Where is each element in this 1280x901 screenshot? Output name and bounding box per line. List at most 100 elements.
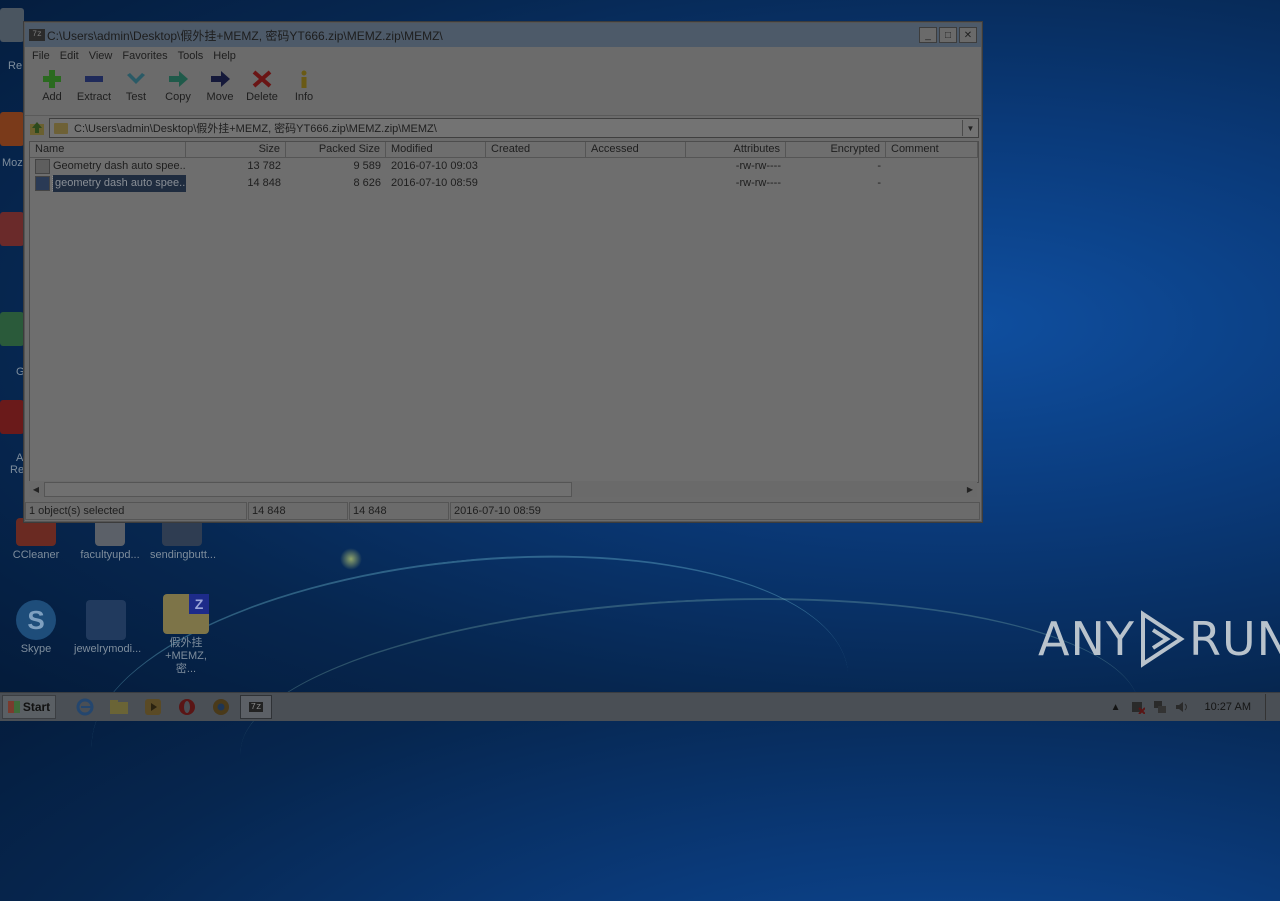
file-name: Geometry dash auto spee... — [53, 160, 186, 172]
title-bar[interactable]: 7z C:\Users\admin\Desktop\假外挂+MEMZ, 密码YT… — [25, 23, 981, 47]
delete-button[interactable]: Delete — [241, 65, 283, 103]
maximize-button[interactable]: □ — [939, 27, 957, 43]
anyrun-watermark: ANY RUN — [1038, 606, 1280, 672]
horizontal-scrollbar[interactable]: ◀ ▶ — [29, 481, 977, 497]
watermark-text-left: ANY — [1038, 612, 1135, 666]
menu-tools[interactable]: Tools — [173, 50, 209, 62]
taskbar-7zip[interactable]: 7z — [240, 695, 272, 719]
desktop-icon-ccleaner[interactable]: CCleaner — [4, 518, 68, 562]
close-button[interactable]: ✕ — [959, 27, 977, 43]
file-packed-size: 9 589 — [353, 160, 381, 172]
add-button[interactable]: Add — [31, 65, 73, 103]
file-modified: 2016-07-10 08:59 — [391, 177, 478, 189]
document-icon — [162, 518, 202, 546]
clock[interactable]: 10:27 AM — [1205, 701, 1251, 713]
folder-icon — [110, 700, 128, 714]
info-label: Info — [294, 91, 314, 103]
column-packed-size[interactable]: Packed Size — [286, 142, 386, 157]
delete-x-icon — [252, 70, 272, 88]
desktop-icon-sendingbutt[interactable]: sendingbutt... — [150, 518, 217, 562]
extract-button[interactable]: Extract — [73, 65, 115, 103]
desktop-icon-acrobat[interactable] — [0, 400, 24, 434]
file-comment — [886, 175, 978, 192]
7zip-window: 7z C:\Users\admin\Desktop\假外挂+MEMZ, 密码YT… — [24, 22, 982, 522]
copy-label: Copy — [165, 91, 191, 103]
file-name-cell: geometry dash auto spee... — [30, 175, 186, 192]
scroll-left-icon[interactable]: ◀ — [29, 482, 43, 496]
scroll-right-icon[interactable]: ▶ — [963, 482, 977, 496]
menu-favorites[interactable]: Favorites — [117, 50, 172, 62]
7zip-app-icon: 7z — [29, 29, 45, 41]
column-encrypted[interactable]: Encrypted — [786, 142, 886, 157]
taskbar-media-player[interactable] — [138, 696, 168, 718]
info-icon — [301, 70, 307, 88]
show-desktop-button[interactable] — [1265, 694, 1280, 720]
menu-view[interactable]: View — [84, 50, 118, 62]
menu-bar: File Edit View Favorites Tools Help — [25, 47, 981, 65]
file-icon — [35, 176, 50, 191]
tray-expand-icon[interactable]: ▲ — [1108, 699, 1124, 715]
column-accessed[interactable]: Accessed — [586, 142, 686, 157]
file-attributes: -rw-rw---- — [735, 177, 781, 189]
up-folder-button[interactable] — [27, 118, 47, 138]
media-player-icon — [145, 699, 161, 715]
column-size[interactable]: Size — [186, 142, 286, 157]
desktop-icon-chrome[interactable] — [0, 212, 24, 246]
scroll-thumb[interactable] — [44, 481, 572, 497]
desktop-icon-jewelrymodi[interactable]: jewelrymodi... — [74, 600, 141, 656]
desktop-icon-memz-zip[interactable]: Z 假外挂+MEMZ, 密... — [154, 594, 218, 676]
move-label: Move — [206, 91, 234, 103]
extract-label: Extract — [76, 91, 112, 103]
column-comment[interactable]: Comment — [886, 142, 978, 157]
skype-icon: S — [16, 600, 56, 640]
desktop-icon-label: CCleaner — [12, 549, 60, 561]
start-button[interactable]: Start — [2, 695, 56, 719]
up-arrow-icon — [30, 122, 44, 135]
table-row[interactable]: Geometry dash auto spee... 13 782 9 589 … — [30, 158, 978, 175]
move-arrow-icon — [211, 71, 230, 87]
column-created[interactable]: Created — [486, 142, 586, 157]
desktop-icon-label: Skype — [20, 643, 52, 655]
status-modified: 2016-07-10 08:59 — [450, 502, 980, 520]
desktop-icon-recycle-bin[interactable] — [0, 8, 24, 42]
address-combobox[interactable]: C:\Users\admin\Desktop\假外挂+MEMZ, 密码YT666… — [49, 118, 979, 138]
plus-icon — [43, 70, 61, 88]
status-packed: 14 848 — [349, 502, 449, 520]
desktop-icon-skype[interactable]: S Skype — [4, 600, 68, 656]
wallpaper-star — [340, 548, 362, 570]
taskbar-opera[interactable] — [172, 696, 202, 718]
chevron-down-icon[interactable]: ▼ — [962, 120, 978, 136]
file-modified: 2016-07-10 09:03 — [391, 160, 478, 172]
address-bar: C:\Users\admin\Desktop\假外挂+MEMZ, 密码YT666… — [25, 116, 981, 140]
column-attributes[interactable]: Attributes — [686, 142, 786, 157]
menu-help[interactable]: Help — [208, 50, 241, 62]
column-name[interactable]: Name — [30, 142, 186, 157]
opera-icon — [179, 699, 195, 715]
document-icon — [95, 518, 125, 546]
copy-button[interactable]: Copy — [157, 65, 199, 103]
start-label: Start — [22, 700, 51, 714]
desktop-icon-firefox[interactable] — [0, 112, 24, 146]
taskbar-chrome[interactable] — [206, 696, 236, 718]
volume-icon[interactable] — [1174, 699, 1190, 715]
info-button[interactable]: Info — [283, 65, 325, 103]
network-icon[interactable] — [1152, 699, 1168, 715]
list-header: Name Size Packed Size Modified Created A… — [30, 142, 978, 158]
window-title: C:\Users\admin\Desktop\假外挂+MEMZ, 密码YT666… — [47, 28, 443, 43]
desktop-icon-facultyupd[interactable]: facultyupd... — [78, 518, 142, 562]
internet-explorer-icon — [76, 698, 94, 716]
test-button[interactable]: Test — [115, 65, 157, 103]
menu-edit[interactable]: Edit — [55, 50, 84, 62]
file-accessed — [586, 175, 686, 192]
table-row-selected[interactable]: geometry dash auto spee... 14 848 8 626 … — [30, 175, 978, 192]
taskbar-internet-explorer[interactable] — [70, 696, 100, 718]
move-button[interactable]: Move — [199, 65, 241, 103]
taskbar-explorer[interactable] — [104, 696, 134, 718]
desktop-icon-app[interactable] — [0, 312, 24, 346]
desktop-icon-label: sendingbutt... — [150, 549, 217, 561]
action-center-icon[interactable] — [1130, 699, 1146, 715]
check-icon — [127, 73, 145, 84]
column-modified[interactable]: Modified — [386, 142, 486, 157]
minimize-button[interactable]: _ — [919, 27, 937, 43]
menu-file[interactable]: File — [27, 50, 55, 62]
